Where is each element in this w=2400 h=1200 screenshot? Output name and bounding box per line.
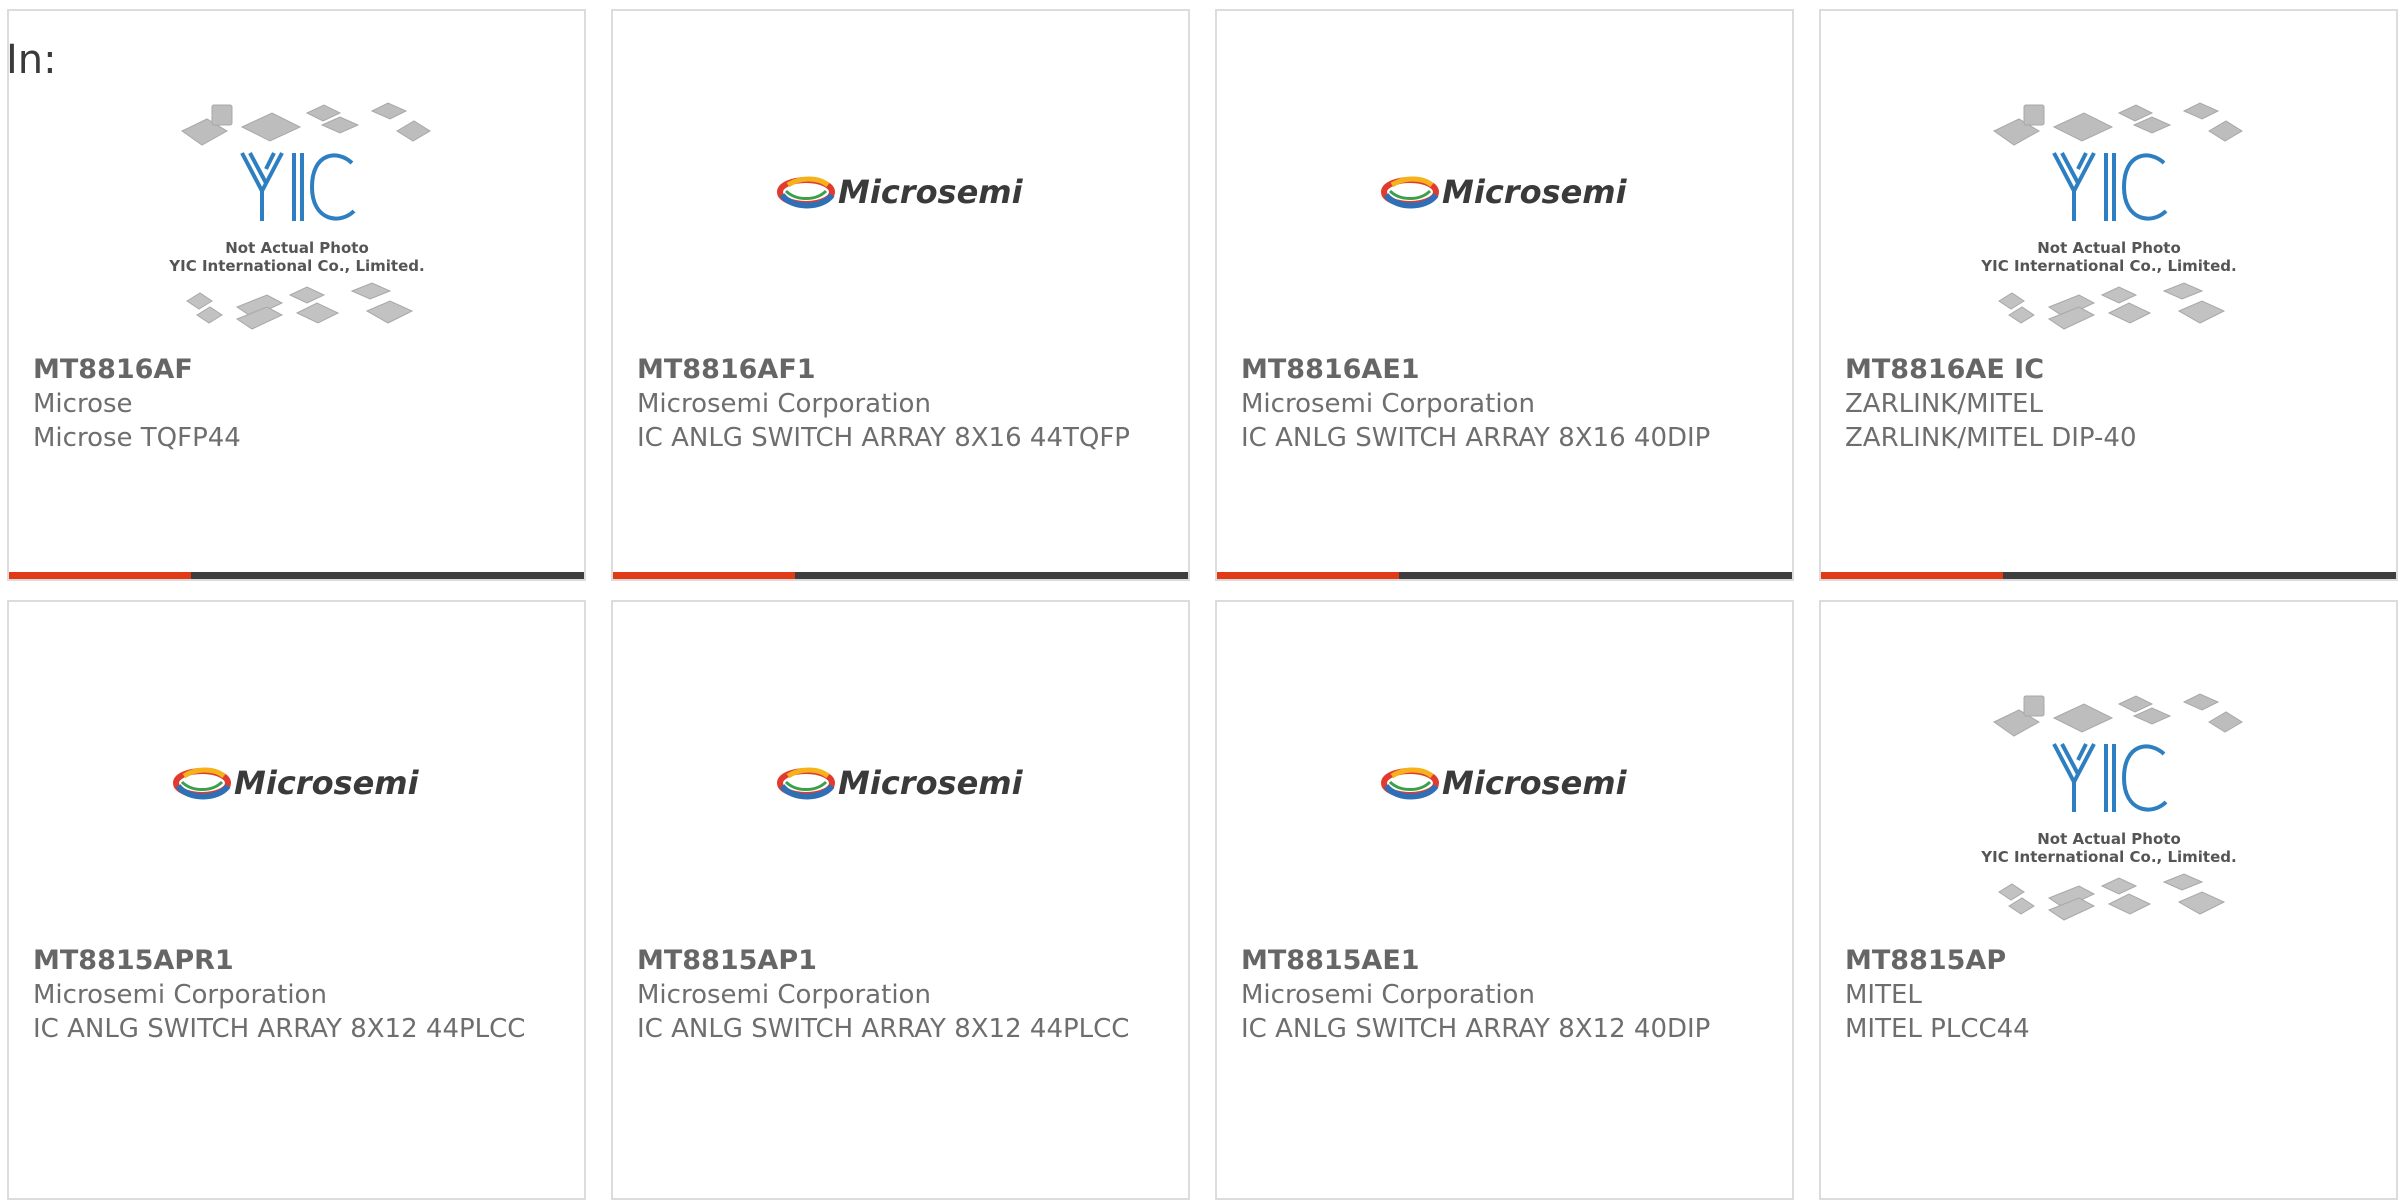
not-actual-photo-image: Not Actual Photo YIC International Co., … (1980, 693, 2243, 921)
product-description: IC ANLG SWITCH ARRAY 8X12 44PLCC (33, 1014, 526, 1044)
manufacturer-name: Microsemi Corporation (33, 980, 327, 1010)
product-description: MITEL PLCC44 (1845, 1014, 2030, 1044)
product-card[interactable]: Microsemi MT8816AE1 Microsemi Corporation I… (1215, 9, 1794, 581)
product-info: MT8816AE1 Microsemi Corporation IC ANLG SW… (1241, 353, 1776, 455)
microsemi-logo-image: Microsemi (1380, 764, 1628, 802)
part-number-link[interactable]: MT8815APR1 (33, 944, 568, 978)
microsemi-swirl-icon (1380, 767, 1439, 800)
product-info: MT8815AP MITEL MITEL PLCC44 (1845, 944, 2380, 1046)
card-bottom-bar (613, 572, 1188, 579)
part-number-link[interactable]: MT8816AE1 (1241, 353, 1776, 387)
microsemi-swirl-icon (172, 767, 231, 800)
product-info: MT8815APR1 Microsemi Corporation IC ANLG S… (33, 944, 568, 1046)
part-number-link[interactable]: MT8816AE IC (1845, 353, 2380, 387)
product-image[interactable]: Microsemi (613, 682, 1188, 944)
product-info: MT8816AE IC ZARLINK/MITEL ZARLINK/MITEL DI… (1845, 353, 2380, 455)
product-description: IC ANLG SWITCH ARRAY 8X12 40DIP (1241, 1014, 1711, 1044)
microsemi-logo-text: Microsemi (1442, 173, 1628, 211)
in-label: In: (6, 37, 57, 83)
product-info: MT8815AP1 Microsemi Corporation IC ANLG SW… (637, 944, 1172, 1046)
image-caption-1: Not Actual Photo (225, 239, 369, 257)
manufacturer-name: Microsemi Corporation (1241, 980, 1535, 1010)
image-caption-1: Not Actual Photo (2037, 830, 2181, 848)
image-caption-1: Not Actual Photo (2037, 239, 2181, 257)
product-description: ZARLINK/MITEL DIP-40 (1845, 423, 2137, 453)
part-number-link[interactable]: MT8815AE1 (1241, 944, 1776, 978)
card-bottom-bar (1217, 572, 1792, 579)
product-image[interactable]: Not Actual Photo YIC International Co., … (1821, 682, 2396, 944)
product-image[interactable]: Microsemi (1217, 682, 1792, 944)
product-image[interactable]: Microsemi (1217, 91, 1792, 353)
product-image[interactable]: Not Actual Photo YIC International Co., … (9, 91, 584, 353)
manufacturer-name: Microsemi Corporation (637, 980, 931, 1010)
image-caption-2: YIC International Co., Limited. (168, 257, 424, 275)
product-card[interactable]: Microsemi MT8816AF1 Microsemi Corporation I… (611, 9, 1190, 581)
microsemi-logo-image: Microsemi (776, 764, 1024, 802)
microsemi-swirl-icon (1380, 176, 1439, 209)
product-card[interactable]: Microsemi MT8815AE1 Microsemi Corporation I… (1215, 600, 1794, 1200)
product-description: IC ANLG SWITCH ARRAY 8X12 44PLCC (637, 1014, 1130, 1044)
product-info: MT8816AF1 Microsemi Corporation IC ANLG SW… (637, 353, 1172, 455)
microsemi-logo-text: Microsemi (838, 173, 1024, 211)
product-card[interactable]: Not Actual Photo YIC International Co., … (1819, 9, 2398, 581)
microsemi-logo-text: Microsemi (838, 764, 1024, 802)
product-card[interactable]: Microsemi MT8815APR1 Microsemi Corporation… (7, 600, 586, 1200)
product-description: Microse TQFP44 (33, 423, 241, 453)
microsemi-logo-image: Microsemi (1380, 173, 1628, 211)
card-accent-bar (9, 572, 191, 579)
microsemi-logo-image: Microsemi (776, 173, 1024, 211)
manufacturer-name: MITEL (1845, 980, 1922, 1010)
microsemi-logo-image: Microsemi (172, 764, 420, 802)
card-accent-bar (613, 572, 795, 579)
product-card[interactable]: Microsemi MT8815AP1 Microsemi Corporation I… (611, 600, 1190, 1200)
manufacturer-name: Microsemi Corporation (1241, 389, 1535, 419)
part-number-link[interactable]: MT8815AP (1845, 944, 2380, 978)
not-actual-photo-image: Not Actual Photo YIC International Co., … (168, 102, 431, 330)
product-image[interactable]: Not Actual Photo YIC International Co., … (1821, 91, 2396, 353)
product-card[interactable]: Not Actual Photo YIC International Co., … (1819, 600, 2398, 1200)
not-actual-photo-image: Not Actual Photo YIC International Co., … (1980, 102, 2243, 330)
product-description: IC ANLG SWITCH ARRAY 8X16 40DIP (1241, 423, 1711, 453)
card-accent-bar (1217, 572, 1399, 579)
product-card[interactable]: Not Actual Photo YIC International Co., … (7, 9, 586, 581)
microsemi-swirl-icon (776, 767, 835, 800)
product-description: IC ANLG SWITCH ARRAY 8X16 44TQFP (637, 423, 1130, 453)
product-info: MT8815AE1 Microsemi Corporation IC ANLG SW… (1241, 944, 1776, 1046)
manufacturer-name: ZARLINK/MITEL (1845, 389, 2043, 419)
part-number-link[interactable]: MT8816AF1 (637, 353, 1172, 387)
card-bottom-bar (9, 572, 584, 579)
manufacturer-name: Microsemi Corporation (637, 389, 931, 419)
microsemi-logo-text: Microsemi (234, 764, 420, 802)
card-bottom-bar (1821, 572, 2396, 579)
product-grid: Not Actual Photo YIC International Co., … (7, 9, 2400, 1200)
card-accent-bar (1821, 572, 2003, 579)
product-image[interactable]: Microsemi (613, 91, 1188, 353)
microsemi-logo-text: Microsemi (1442, 764, 1628, 802)
image-caption-2: YIC International Co., Limited. (1980, 848, 2236, 866)
part-number-link[interactable]: MT8815AP1 (637, 944, 1172, 978)
manufacturer-name: Microse (33, 389, 133, 419)
product-info: MT8816AF Microse Microse TQFP44 (33, 353, 568, 455)
product-image[interactable]: Microsemi (9, 682, 584, 944)
part-number-link[interactable]: MT8816AF (33, 353, 568, 387)
image-caption-2: YIC International Co., Limited. (1980, 257, 2236, 275)
microsemi-swirl-icon (776, 176, 835, 209)
